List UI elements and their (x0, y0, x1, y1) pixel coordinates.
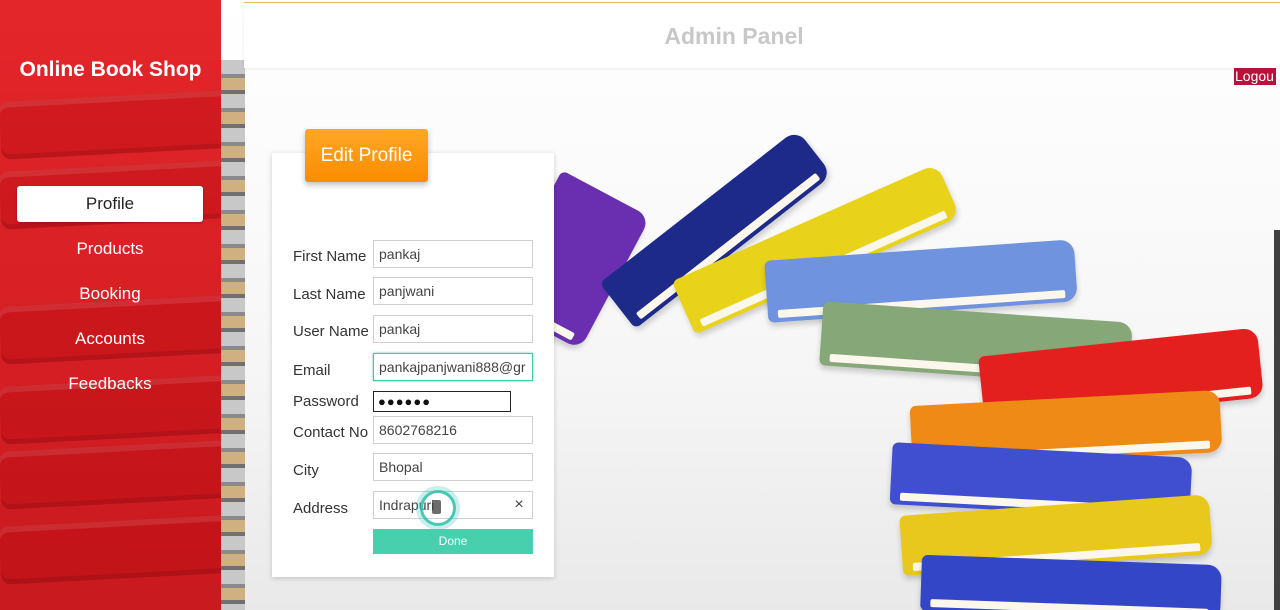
decorative-book (0, 438, 221, 510)
user-name-label: User Name (293, 323, 369, 340)
page-title: Admin Panel (664, 23, 804, 49)
decorative-bookshelf (221, 60, 245, 610)
header-bar: Admin Panel (244, 2, 1280, 68)
sidebar-item-products[interactable]: Products (17, 231, 203, 267)
password-field[interactable] (373, 391, 511, 412)
sidebar-item-profile[interactable]: Profile (17, 186, 203, 222)
city-field[interactable] (373, 453, 533, 481)
book-blue-3 (920, 554, 1222, 610)
sidebar: Online Book Shop Profile Products Bookin… (0, 0, 221, 610)
logout-button[interactable]: Logou (1234, 68, 1276, 85)
sidebar-item-booking[interactable]: Booking (17, 276, 203, 312)
brand-title: Online Book Shop (19, 58, 202, 81)
user-name-field[interactable] (373, 315, 533, 343)
email-label: Email (293, 362, 331, 379)
contact-field[interactable] (373, 416, 533, 444)
city-label: City (293, 462, 319, 479)
done-button[interactable]: Done (373, 529, 533, 554)
contact-label: Contact No (293, 424, 369, 441)
last-name-field[interactable] (373, 277, 533, 305)
sidebar-item-feedbacks[interactable]: Feedbacks (17, 366, 203, 402)
last-name-label: Last Name (293, 286, 366, 303)
text-cursor-icon (420, 490, 456, 526)
address-label: Address (293, 500, 349, 517)
clear-icon[interactable]: × (512, 496, 526, 514)
decorative-book (0, 88, 221, 160)
email-field[interactable] (373, 353, 533, 381)
first-name-label: First Name (293, 248, 367, 265)
sidebar-item-accounts[interactable]: Accounts (17, 321, 203, 357)
decorative-book (0, 513, 221, 585)
password-label: Password (293, 393, 359, 410)
edit-profile-heading: Edit Profile (305, 129, 428, 182)
decorative-edge (1274, 230, 1280, 610)
first-name-field[interactable] (373, 240, 533, 268)
